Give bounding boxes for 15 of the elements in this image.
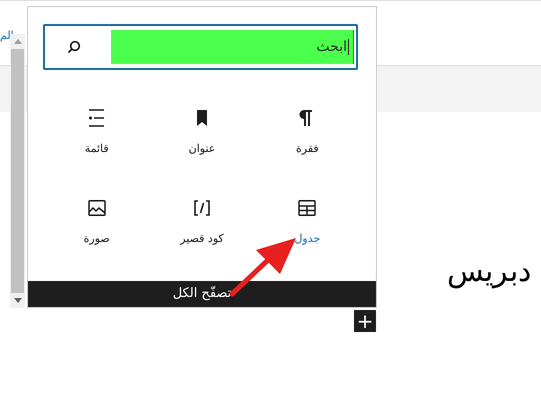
post-title: دبريس <box>447 254 531 290</box>
add-block-button[interactable]: + <box>354 310 376 332</box>
browse-all-button[interactable]: تصفّح الكل <box>28 281 376 307</box>
block-item[interactable]: جدول <box>254 192 360 264</box>
block-item[interactable]: صورة <box>44 192 150 264</box>
block-item[interactable]: عنوان <box>149 102 255 174</box>
search-icon <box>67 40 81 54</box>
block-item[interactable]: فقرة <box>254 102 360 174</box>
scroll-up-icon[interactable] <box>14 39 22 44</box>
block-item[interactable]: كود قصير <box>149 192 255 264</box>
search-field[interactable]: ابحث <box>43 24 358 70</box>
block-item[interactable]: قائمة <box>44 102 150 174</box>
scroll-down-icon[interactable] <box>14 298 22 303</box>
scroll-thumb[interactable] <box>11 49 24 293</box>
highlight-mark: ابحث <box>111 30 354 64</box>
